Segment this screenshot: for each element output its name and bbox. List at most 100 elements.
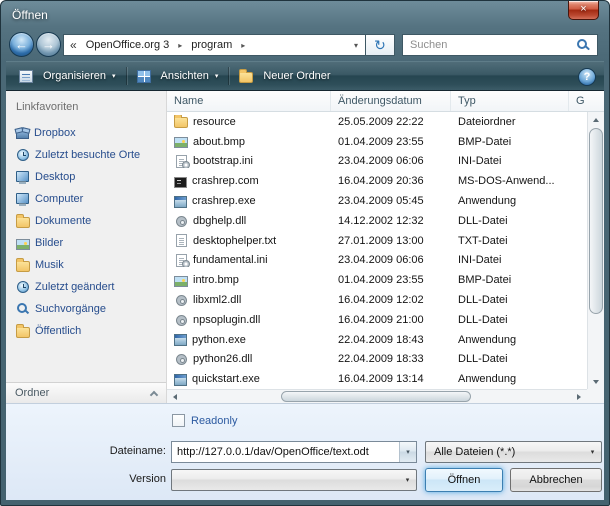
file-list: NameÄnderungsdatumTypG resource25.05.200… [167,91,604,403]
help-button[interactable]: ? [578,68,596,86]
table-row[interactable]: quickstart.exe16.04.2009 13:14Anwendung [167,369,587,389]
readonly-checkbox[interactable] [172,414,185,427]
scroll-up-button[interactable] [588,112,604,127]
column-header[interactable]: Änderungsdatum [331,91,451,111]
refresh-icon: ↻ [374,37,386,53]
sidebar-item[interactable]: Desktop [6,166,166,188]
ini-file-icon [176,254,187,267]
back-button[interactable]: ← [9,32,34,57]
breadcrumb-separator-icon[interactable]: ▸ [172,41,188,50]
column-header[interactable]: Name [167,91,331,111]
scroll-left-button[interactable] [167,390,183,403]
triangle-up-icon [593,118,599,122]
sidebar-item-label: Musik [35,259,64,271]
column-header[interactable]: G [569,91,604,111]
cancel-button[interactable]: Abbrechen [510,468,602,492]
sidebar-items: Dropbox Zuletzt besuchte OrteDesktop Compu… [6,122,166,342]
dll-file-icon [176,216,187,227]
breadcrumb-overflow-icon[interactable]: « [64,38,83,52]
file-type: Anwendung [451,373,569,385]
dll-file-icon [176,295,187,306]
table-row[interactable]: desktophelper.txt27.01.2009 13:00TXT-Dat… [167,231,587,251]
app-file-icon [174,374,187,386]
open-button[interactable]: Öffnen [425,468,503,492]
sidebar-item[interactable]: Zuletzt besuchte Orte [6,144,166,166]
pictures-folder-icon [16,239,30,250]
close-button[interactable]: × [568,1,599,20]
file-type: Dateiordner [451,116,569,128]
file-modified-date: 25.05.2009 22:22 [331,116,451,128]
organize-icon [19,70,33,83]
scroll-right-button[interactable] [571,390,587,403]
table-row[interactable]: libxml2.dll16.04.2009 12:02DLL-Datei [167,290,587,310]
close-icon: × [580,3,586,15]
filename-combobox[interactable]: ▾ [171,441,417,463]
file-name: libxml2.dll [193,294,241,306]
sidebar-item[interactable]: Suchvorgänge [6,298,166,320]
version-select[interactable]: ▾ [171,469,417,491]
sidebar-item[interactable]: Dokumente [6,210,166,232]
table-row[interactable]: crashrep.exe23.04.2009 05:45Anwendung [167,191,587,211]
forward-button[interactable]: → [36,32,61,57]
filename-input[interactable] [172,442,399,462]
table-row[interactable]: dbghelp.dll14.12.2002 12:32DLL-Datei [167,211,587,231]
organize-button[interactable]: Organisieren ▾ [10,64,125,88]
horizontal-scrollbar-thumb[interactable] [281,391,471,402]
breadcrumb-segment[interactable]: OpenOffice.org 3 [83,39,173,51]
sidebar-item[interactable]: Dropbox [6,122,166,144]
table-row[interactable]: bootstrap.ini23.04.2009 06:06INI-Datei [167,152,587,172]
search-icon[interactable] [576,38,591,53]
table-row[interactable]: npsoplugin.dll16.04.2009 21:00DLL-Datei [167,310,587,330]
new-folder-icon [239,72,253,83]
views-label: Ansichten [161,70,209,82]
vertical-scrollbar[interactable] [587,112,604,389]
column-header[interactable]: Typ [451,91,569,111]
refresh-button[interactable]: ↻ [366,34,395,56]
navigation-bar: ← → « OpenOffice.org 3 ▸ program ▸ ▾ ↻ [6,29,604,61]
breadcrumb-segment[interactable]: program [188,39,235,51]
sidebar-item[interactable]: Öffentlich [6,320,166,342]
table-row[interactable]: python26.dll22.04.2009 18:33DLL-Datei [167,350,587,370]
toolbar-divider [126,67,127,85]
breadcrumb-separator-icon[interactable]: ▸ [235,41,251,50]
version-label: Version [61,473,166,485]
window-title: Öffnen [12,8,48,22]
table-row[interactable]: intro.bmp01.04.2009 23:55BMP-Datei [167,270,587,290]
chevron-down-icon: ▾ [399,470,416,490]
folder-file-icon [174,117,188,128]
file-type: INI-Datei [451,254,569,266]
table-row[interactable]: fundamental.ini23.04.2009 06:06INI-Datei [167,251,587,271]
sidebar: Linkfavoriten DropboxZuletzt besuchte Or… [6,91,167,403]
file-type: Anwendung [451,334,569,346]
search-box[interactable] [402,34,598,56]
filename-dropdown-button[interactable]: ▾ [399,442,416,462]
sidebar-item[interactable]: Musik [6,254,166,276]
sidebar-item[interactable]: Zuletzt geändert [6,276,166,298]
file-name: quickstart.exe [192,373,260,385]
table-row[interactable]: python.exe22.04.2009 18:43Anwendung [167,330,587,350]
app-file-icon [174,334,187,346]
scroll-down-button[interactable] [588,374,604,389]
readonly-option[interactable]: Readonly [172,414,237,427]
sidebar-item[interactable]: Computer [6,188,166,210]
views-button[interactable]: Ansichten ▾ [128,64,228,88]
vertical-scrollbar-thumb[interactable] [589,128,603,314]
dropbox-box-icon [16,130,29,139]
sidebar-item-label: Dropbox [34,127,76,139]
table-row[interactable]: resource25.05.2009 22:22Dateiordner [167,112,587,132]
titlebar[interactable]: Öffnen × [1,1,609,29]
sidebar-item[interactable]: Bilder [6,232,166,254]
file-modified-date: 01.04.2009 23:55 [331,136,451,148]
folders-expander[interactable]: Ordner [6,382,166,403]
table-row[interactable]: crashrep.com16.04.2009 20:36MS-DOS-Anwen… [167,171,587,191]
dll-file-icon [176,354,187,365]
new-folder-button[interactable]: Neuer Ordner [230,64,339,88]
search-input[interactable] [403,39,576,51]
file-name: npsoplugin.dll [193,314,260,326]
sidebar-item-label: Computer [35,193,83,205]
horizontal-scrollbar[interactable] [167,389,587,403]
filetype-select[interactable]: Alle Dateien (*.*) ▾ [425,441,602,463]
breadcrumb-history-dropdown-icon[interactable]: ▾ [347,41,365,50]
table-row[interactable]: about.bmp01.04.2009 23:55BMP-Datei [167,132,587,152]
breadcrumb[interactable]: « OpenOffice.org 3 ▸ program ▸ ▾ [63,34,366,56]
